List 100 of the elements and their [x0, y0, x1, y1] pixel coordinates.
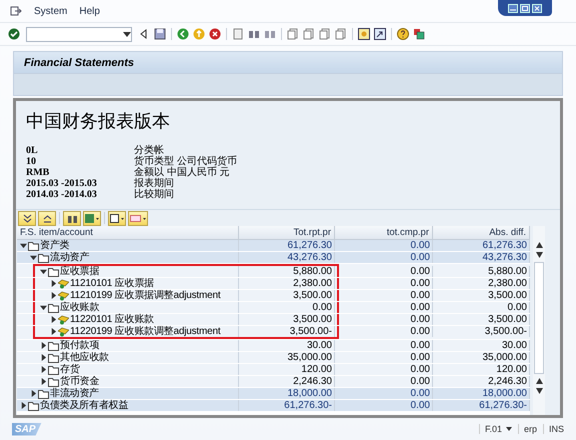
table-cell: 3,500.00: [433, 314, 530, 325]
table-cell: 0.00: [335, 252, 433, 263]
scroll-down-icon[interactable]: [536, 388, 542, 394]
table-cell: 61,276.30: [433, 240, 530, 251]
find-button[interactable]: [63, 210, 81, 226]
expand-all-icon: [22, 214, 32, 222]
column-header[interactable]: Abs. diff.: [433, 226, 530, 239]
info-key: 10: [26, 156, 134, 167]
minimize-icon[interactable]: [508, 4, 518, 12]
collapse-arrow-icon[interactable]: [40, 268, 47, 275]
table-cell: 0.00: [335, 376, 433, 387]
dropdown-icon[interactable]: [506, 427, 512, 431]
scrollbar[interactable]: [533, 226, 545, 415]
expand-arrow-icon[interactable]: [50, 292, 57, 299]
scroll-up-icon[interactable]: [536, 378, 542, 384]
close-icon[interactable]: [532, 4, 542, 12]
total-button[interactable]: [83, 210, 101, 226]
system-name: erp: [524, 424, 537, 434]
table-cell: 2,380.00: [239, 278, 335, 289]
collapse-arrow-icon[interactable]: [20, 242, 27, 249]
table-cell: 0.00: [335, 302, 433, 313]
tree-node-label[interactable]: 存货: [60, 364, 80, 375]
expand-arrow-icon[interactable]: [40, 366, 47, 373]
table-cell: 3,500.00-: [433, 326, 530, 337]
table-cell: 61,276.30-: [239, 400, 335, 411]
table-cell: 120.00: [239, 364, 335, 375]
tree-node-label[interactable]: 负债类及所有者权益: [40, 400, 128, 411]
expand-arrow-icon[interactable]: [50, 316, 57, 323]
menu-item[interactable]: Help: [79, 6, 100, 16]
transaction-code[interactable]: F.01: [484, 424, 502, 434]
sap-logo: SAP: [12, 422, 42, 436]
table-cell: 0.00: [335, 240, 433, 251]
column-header[interactable]: Tot.rpt.pr: [239, 226, 335, 239]
collapse-all-icon: [42, 214, 52, 222]
collapse-arrow-icon[interactable]: [30, 254, 37, 261]
column-header[interactable]: tot.cmp.pr: [335, 226, 433, 239]
table-cell: 43,276.30: [433, 252, 530, 263]
scroll-up-icon[interactable]: [536, 242, 542, 248]
tree-node-label[interactable]: 预付款项: [60, 340, 100, 351]
table-cell: 0.00: [335, 326, 433, 337]
table-cell: 35,000.00: [433, 352, 530, 363]
account-icon: [58, 290, 69, 300]
tree-node-label[interactable]: 11210199 应收票据调整adjustment: [70, 290, 220, 301]
column-header[interactable]: F.S. item/account: [17, 226, 239, 239]
table-cell: 0.00: [335, 364, 433, 375]
info-text: 分类帐: [134, 145, 164, 156]
table-cell: 35,000.00: [239, 352, 335, 363]
expand-arrow-icon[interactable]: [50, 328, 57, 335]
expand-arrow-icon[interactable]: [40, 342, 47, 349]
tree-node-label[interactable]: 流动资产: [50, 252, 90, 263]
tree-node-label[interactable]: 11210101 应收票据: [70, 278, 154, 289]
table-cell: 3,500.00: [239, 290, 335, 301]
help-icon[interactable]: [397, 28, 409, 40]
dropdown-icon[interactable]: [123, 32, 131, 36]
tree-node-label[interactable]: 其他应收款: [60, 352, 110, 363]
expand-arrow-icon[interactable]: [50, 280, 57, 287]
back-icon[interactable]: [177, 28, 189, 40]
info-key: 0L: [26, 145, 134, 156]
tree-node-label[interactable]: 应收票据: [60, 266, 100, 277]
print-button[interactable]: [108, 210, 126, 226]
table-cell: 2,246.30: [433, 376, 530, 387]
table-cell: 3,500.00-: [239, 326, 335, 337]
input-mode[interactable]: INS: [548, 424, 564, 434]
tree-node-label[interactable]: 应收账款: [60, 302, 100, 313]
table-cell: 0.00: [335, 266, 433, 277]
expand-arrow-icon[interactable]: [40, 378, 47, 385]
table-cell: 30.00: [433, 340, 530, 351]
expand-arrow-icon[interactable]: [30, 390, 37, 397]
tree-node-label[interactable]: 非流动资产: [50, 388, 100, 399]
table-cell: 0.00: [335, 388, 433, 399]
expand-arrow-icon[interactable]: [40, 354, 47, 361]
menu-item[interactable]: System: [34, 6, 68, 16]
info-text: 比较期间: [134, 189, 175, 200]
enter-icon[interactable]: [8, 28, 20, 40]
report-title: 中国财务报表版本: [26, 110, 171, 133]
table-cell: 61,276.30-: [433, 400, 530, 411]
save-icon[interactable]: [154, 28, 166, 40]
collapse-all-button[interactable]: [38, 210, 56, 226]
info-key: RMB: [26, 167, 134, 178]
table-cell: 3,500.00: [239, 314, 335, 325]
table-cell: 0.00: [335, 314, 433, 325]
account-icon: [58, 278, 69, 288]
account-icon: [58, 314, 69, 324]
tree-node-label[interactable]: 资产类: [40, 240, 70, 251]
info-key: 2014.03 -2014.03: [26, 189, 134, 200]
expand-all-button[interactable]: [18, 210, 36, 226]
tree-node-label[interactable]: 货币资金: [60, 376, 100, 387]
table-cell: 0.00: [335, 278, 433, 289]
table-cell: 5,880.00: [433, 266, 530, 277]
cancel-icon[interactable]: [209, 28, 221, 40]
tree-node-label[interactable]: 11220101 应收账款: [70, 314, 154, 325]
command-field[interactable]: [26, 26, 132, 42]
info-text: 货币类型 公司代码货币: [134, 156, 238, 167]
table-cell: 18,000.00: [239, 388, 335, 399]
collapse-arrow-icon[interactable]: [40, 304, 47, 311]
maximize-icon[interactable]: [520, 4, 530, 12]
info-key: 2015.03 -2015.03: [26, 178, 134, 189]
tree-node-label[interactable]: 11220199 应收账款调整adjustment: [70, 326, 220, 337]
scroll-down-icon[interactable]: [536, 252, 542, 258]
expand-arrow-icon[interactable]: [20, 402, 27, 409]
